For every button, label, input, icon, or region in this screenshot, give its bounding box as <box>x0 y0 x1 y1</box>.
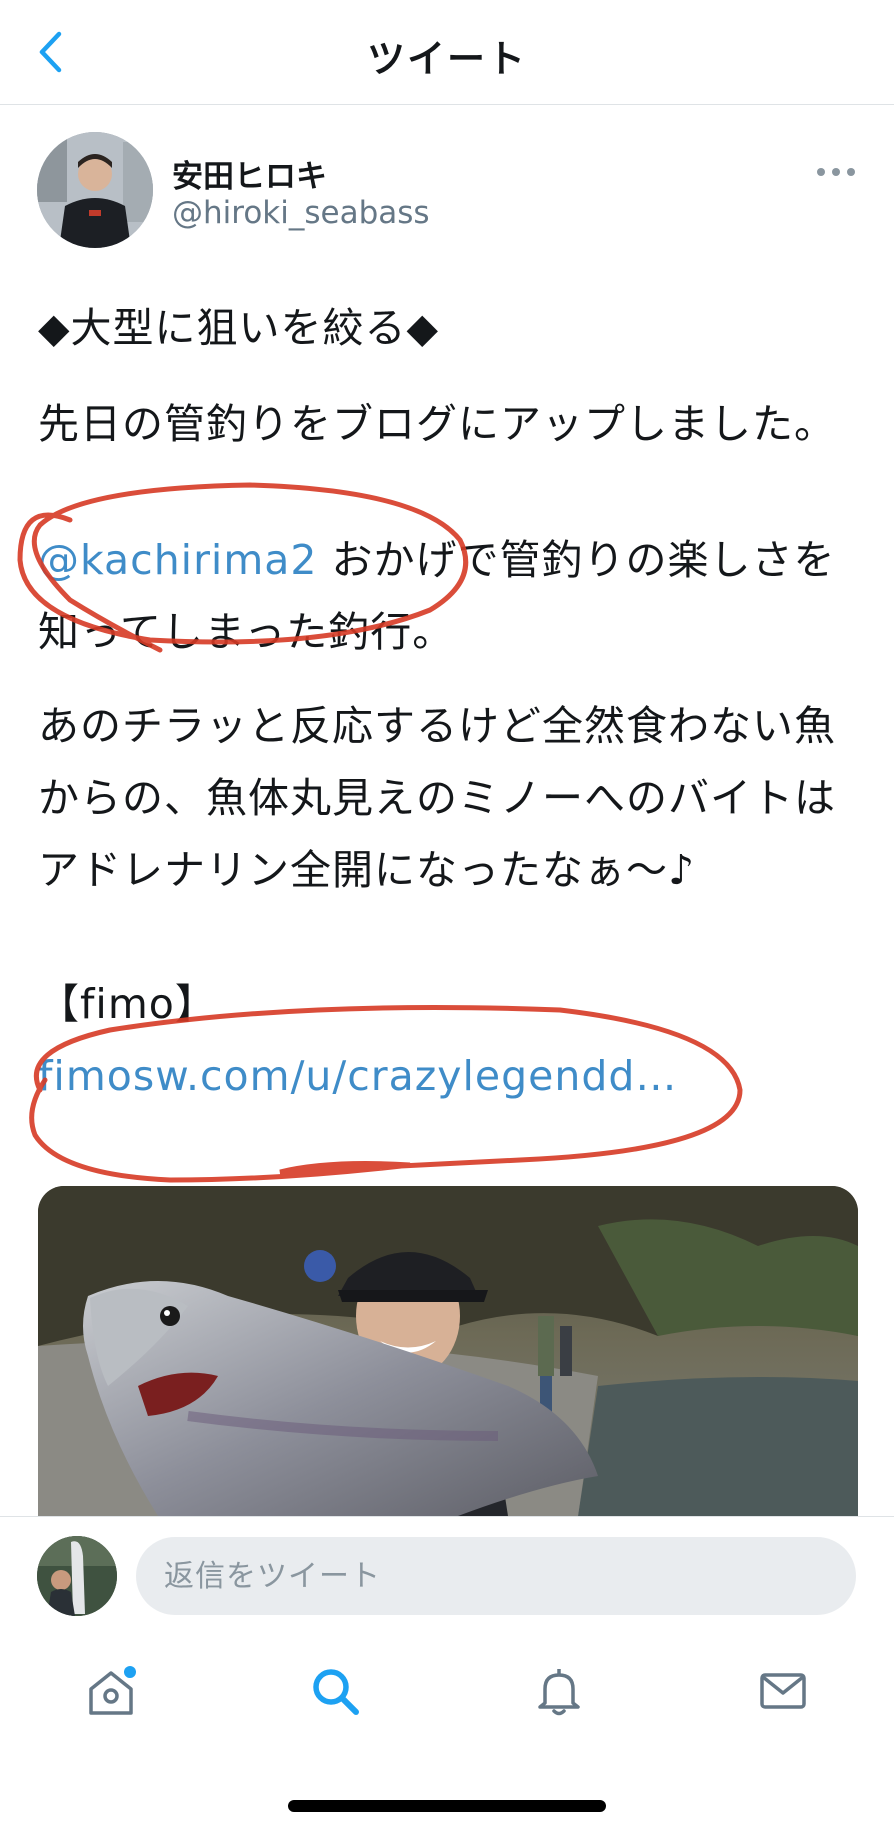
mention-link[interactable]: @kachirima2 <box>38 536 317 584</box>
tweet-paragraph-2: @kachirima2 おかげで管釣りの楽しさを知ってしまった釣行。 <box>38 524 858 668</box>
search-icon <box>313 1669 359 1715</box>
more-options-button[interactable] <box>808 152 864 192</box>
author-name[interactable]: 安田ヒロキ <box>172 151 327 196</box>
tab-notifications[interactable] <box>524 1656 594 1726</box>
tweet-media-image[interactable] <box>38 1186 858 1516</box>
tab-search[interactable] <box>300 1656 370 1726</box>
author-avatar[interactable] <box>37 132 153 248</box>
tab-messages[interactable] <box>748 1656 818 1726</box>
top-nav-bar: ツイート <box>0 0 894 105</box>
page-title: ツイート <box>366 37 527 81</box>
tweet-paragraph-3: あのチラッと反応するけど全然食わない魚からの、魚体丸見えのミノーへのバイトはアド… <box>38 702 836 894</box>
tweet-link-block: 【fimo】 fimosw.com/u/crazylegendd… <box>38 968 858 1112</box>
mail-icon <box>760 1673 806 1709</box>
tweet-title: ◆大型に狙いを絞る◆ <box>38 304 440 352</box>
more-horizontal-icon <box>817 168 855 176</box>
home-indicator <box>288 1800 606 1812</box>
tweet-paragraph-1: 先日の管釣りをブログにアップしました。 <box>38 400 836 448</box>
author-handle[interactable]: @hiroki_seabass <box>172 195 430 231</box>
tab-home[interactable] <box>76 1656 146 1726</box>
bell-icon <box>538 1669 580 1716</box>
external-link[interactable]: fimosw.com/u/crazylegendd… <box>38 1040 858 1112</box>
home-icon <box>89 1666 136 1715</box>
link-label: 【fimo】 <box>38 980 217 1028</box>
reply-input[interactable] <box>136 1537 856 1615</box>
current-user-avatar[interactable] <box>37 1536 117 1616</box>
